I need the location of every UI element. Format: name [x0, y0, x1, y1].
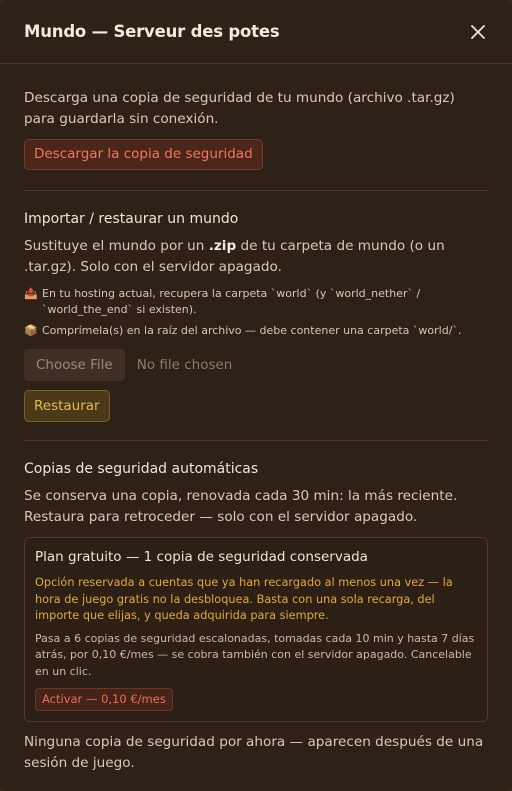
no-backups-message: Ninguna copia de seguridad por ahora — a… [24, 734, 484, 771]
close-button[interactable] [468, 22, 488, 42]
import-text-before: Sustituye el mundo por un [24, 238, 209, 254]
import-note-hosting: 📤 En tu hosting actual, recupera la carp… [24, 286, 488, 318]
import-note-compress-text: Comprímela(s) en la raíz del archivo — d… [42, 324, 462, 337]
plan-title: Plan gratuito — 1 copia de seguridad con… [35, 549, 368, 565]
modal-body: Descarga una copia de seguridad de tu mu… [0, 64, 512, 774]
file-status: No file chosen [136, 357, 233, 373]
import-note-hosting-text: En tu hosting actual, recupera la carpet… [42, 287, 421, 316]
modal-header: Mundo — Serveur des potes [0, 0, 512, 64]
import-heading: Importar / restaurar un mundo [24, 211, 239, 227]
choose-file-button[interactable]: Choose File [24, 349, 125, 381]
import-section: Importar / restaurar un mundo Sustituye … [24, 191, 488, 441]
close-icon [471, 24, 485, 39]
package-icon: 📦 [24, 324, 38, 337]
activate-plan-button[interactable]: Activar — 0,10 €/mes [35, 688, 173, 711]
plan-warning: Opción reservada a cuentas que ya han re… [35, 576, 453, 622]
outbox-icon: 📤 [24, 287, 38, 300]
auto-backups-section: Copias de seguridad automáticas Se conse… [24, 441, 488, 774]
import-description: Sustituye el mundo por un .zip de tu car… [24, 236, 488, 278]
modal-title: Mundo — Serveur des potes [24, 22, 280, 41]
backup-modal: Mundo — Serveur des potes Descarga una c… [0, 0, 512, 791]
file-input: Choose File No file chosen [24, 349, 488, 381]
auto-backups-heading: Copias de seguridad automáticas [24, 461, 259, 477]
download-backup-button[interactable]: Descargar la copia de seguridad [24, 139, 263, 170]
download-section: Descarga una copia de seguridad de tu mu… [24, 64, 488, 191]
import-text-bold: .zip [208, 238, 237, 254]
plan-card: Plan gratuito — 1 copia de seguridad con… [24, 537, 488, 722]
auto-backups-description: Se conserva una copia, renovada cada 30 … [24, 488, 458, 525]
import-note-compress: 📦 Comprímela(s) en la raíz del archivo —… [24, 323, 488, 339]
plan-description: Pasa a 6 copias de seguridad escalonadas… [35, 631, 475, 678]
restore-button[interactable]: Restaurar [24, 390, 110, 422]
download-description: Descarga una copia de seguridad de tu mu… [24, 90, 455, 127]
